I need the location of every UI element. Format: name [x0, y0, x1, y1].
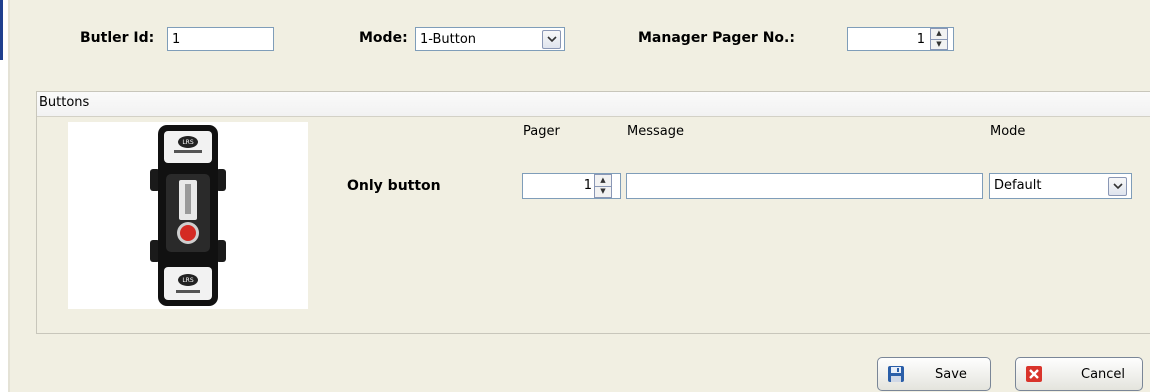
message-column-header: Message [627, 124, 684, 139]
button-message-input[interactable] [626, 173, 983, 199]
pager-column-header: Pager [523, 124, 560, 139]
close-icon [1025, 365, 1043, 383]
floppy-disk-icon [887, 365, 905, 383]
arrow-up-icon[interactable]: ▲ [931, 29, 947, 40]
focus-indicator [0, 0, 3, 60]
butler-device-image: LRS LRS [68, 122, 308, 309]
chevron-down-icon[interactable] [1108, 177, 1127, 196]
svg-text:LRS: LRS [182, 139, 194, 146]
arrow-up-icon[interactable]: ▲ [595, 175, 611, 187]
arrow-down-icon[interactable]: ▼ [931, 40, 947, 50]
save-button-label: Save [935, 366, 967, 382]
save-button[interactable]: Save [877, 357, 991, 391]
only-button-label: Only button [347, 178, 441, 194]
mode-select-value: 1-Button [420, 32, 477, 47]
chevron-down-icon[interactable] [542, 30, 561, 49]
cancel-button[interactable]: Cancel [1015, 357, 1143, 391]
manager-pager-label: Manager Pager No.: [638, 30, 795, 46]
manager-pager-spinner[interactable]: ▲ ▼ [930, 28, 948, 50]
mode-label: Mode: [359, 30, 408, 46]
buttons-group-title: Buttons [37, 92, 1150, 117]
butler-id-label: Butler Id: [80, 30, 155, 46]
arrow-down-icon[interactable]: ▼ [595, 187, 611, 198]
button-mode-value: Default [994, 178, 1042, 193]
svg-text:LRS: LRS [182, 277, 194, 284]
button-pager-spinner[interactable]: ▲ ▼ [594, 174, 612, 198]
butler-id-input[interactable]: 1 [167, 27, 274, 51]
window-left-border [8, 0, 10, 392]
mode-column-header: Mode [990, 124, 1026, 139]
cancel-button-label: Cancel [1081, 366, 1126, 382]
